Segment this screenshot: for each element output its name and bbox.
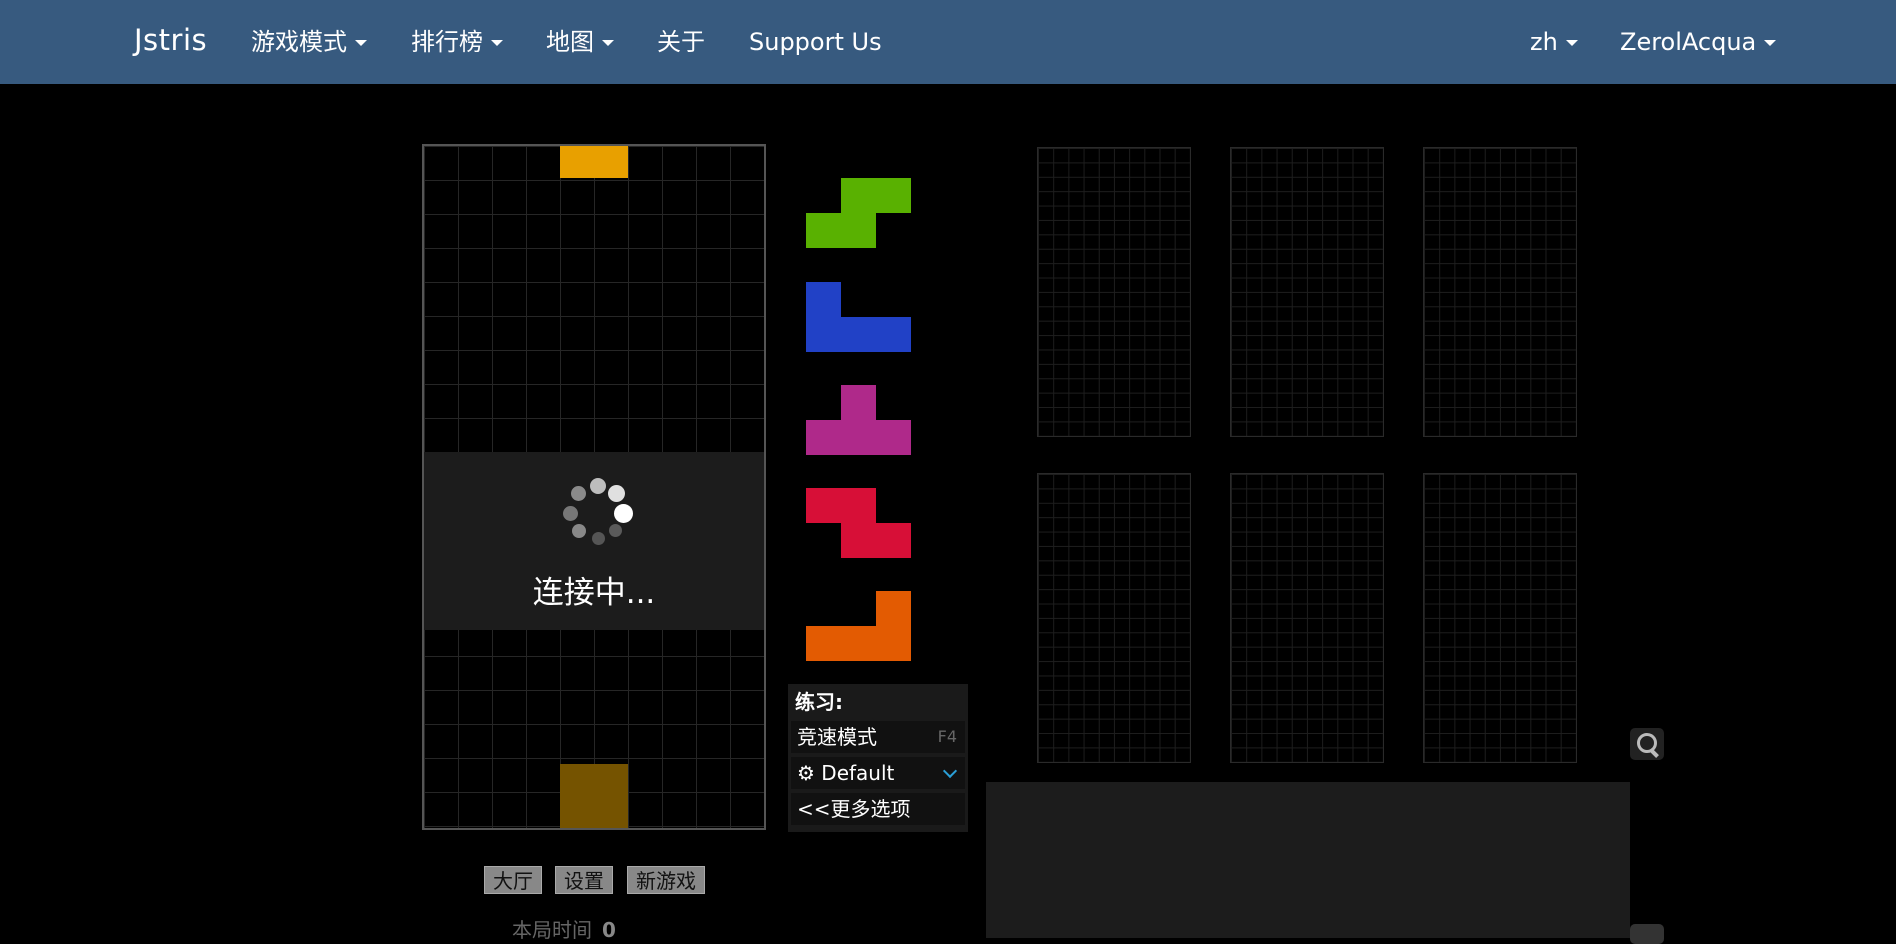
mino (876, 420, 911, 455)
gear-icon: ⚙ (797, 761, 815, 785)
game-time-value: 0 (602, 918, 616, 942)
nav-game-modes[interactable]: 游戏模式 (251, 0, 367, 84)
opponent-board (1230, 473, 1384, 763)
nav-language-label: zh (1530, 28, 1558, 56)
practice-panel: 练习: 竞速模式 F4 ⚙ Default <<更多选项 (788, 684, 968, 832)
zoom-in-button[interactable] (1630, 728, 1664, 760)
mino (876, 626, 911, 661)
connecting-overlay: 连接中... (424, 452, 764, 630)
chevron-down-icon (491, 40, 503, 46)
sprint-mode-label: 竞速模式 (797, 725, 877, 749)
opponent-board (1230, 147, 1384, 437)
next-queue (806, 176, 912, 661)
queue-piece-z (806, 488, 911, 558)
mino (841, 523, 876, 558)
game-board[interactable]: 连接中... (422, 144, 766, 830)
sprint-mode-option[interactable]: 竞速模式 F4 (791, 721, 965, 753)
mino (876, 591, 911, 626)
mino (876, 523, 911, 558)
queue-piece-l (806, 591, 911, 661)
mino (841, 488, 876, 523)
chat-toggle-button[interactable] (1630, 924, 1664, 944)
chevron-down-icon (1764, 40, 1777, 46)
game-time-stat: 本局时间 0 (512, 914, 616, 943)
chevron-down-icon (602, 40, 614, 46)
sprint-mode-hotkey: F4 (937, 727, 957, 746)
connecting-text: 连接中... (532, 575, 656, 611)
nav-maps-label: 地图 (546, 28, 594, 56)
mino (841, 385, 876, 420)
mino (806, 317, 841, 352)
mino (806, 213, 841, 248)
more-options-link[interactable]: <<更多选项 (791, 793, 965, 825)
chevron-down-icon (355, 40, 367, 46)
settings-button[interactable]: 设置 (555, 866, 613, 894)
loading-spinner-icon (562, 478, 633, 545)
nav-username: ZerolAcqua (1620, 28, 1757, 56)
nav-language[interactable]: zh (1530, 0, 1578, 84)
nav-about[interactable]: 关于 (657, 0, 705, 84)
mino (876, 317, 911, 352)
ghost-piece (560, 764, 628, 828)
mino (841, 213, 876, 248)
mino (806, 420, 841, 455)
mino (876, 178, 911, 213)
chevron-down-icon (1565, 40, 1578, 46)
opponent-board (1037, 147, 1191, 437)
preset-select[interactable]: ⚙ Default (791, 757, 965, 789)
opponent-board (1423, 473, 1577, 763)
nav-leaderboard[interactable]: 排行榜 (411, 0, 503, 84)
chat-box[interactable] (986, 782, 1630, 938)
queue-piece-s (806, 178, 911, 248)
brand-logo[interactable]: Jstris (134, 0, 207, 84)
nav-support-us[interactable]: Support Us (749, 0, 882, 84)
opponent-board (1037, 473, 1191, 763)
nav-game-modes-label: 游戏模式 (251, 28, 347, 56)
chevron-down-icon (942, 763, 958, 779)
preset-label: Default (821, 761, 895, 785)
mino (841, 317, 876, 352)
opponent-board (1423, 147, 1577, 437)
mino (806, 282, 841, 317)
nav-maps[interactable]: 地图 (546, 0, 614, 84)
mino (806, 488, 841, 523)
game-time-label: 本局时间 (512, 918, 592, 942)
navbar: Jstris 游戏模式 排行榜 地图 关于 Support Us zh Zero… (0, 0, 1896, 84)
active-piece (560, 146, 628, 178)
lobby-button[interactable]: 大厅 (484, 866, 542, 894)
nav-leaderboard-label: 排行榜 (411, 28, 483, 56)
mino (841, 420, 876, 455)
practice-title: 练习: (795, 690, 843, 714)
queue-piece-j (806, 282, 911, 352)
mino (841, 178, 876, 213)
mino (806, 626, 841, 661)
queue-piece-t (806, 385, 911, 455)
new-game-button[interactable]: 新游戏 (627, 866, 705, 894)
mino (841, 626, 876, 661)
nav-user-menu[interactable]: ZerolAcqua (1620, 0, 1777, 84)
